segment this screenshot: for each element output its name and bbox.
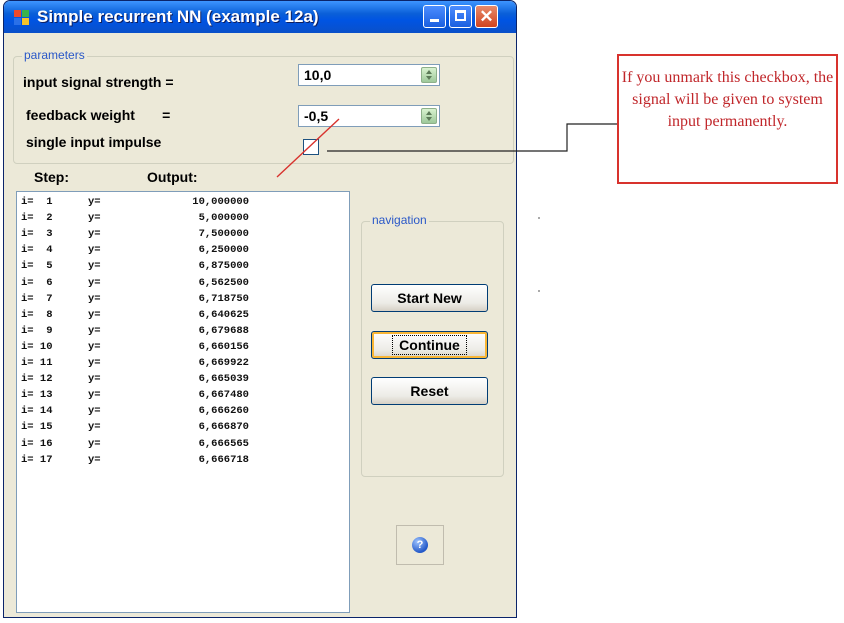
callout-leader-line bbox=[327, 123, 617, 152]
annotation-lines bbox=[276, 118, 617, 178]
stray-dot bbox=[538, 290, 540, 292]
stray-dot bbox=[538, 217, 540, 219]
red-pointer-line bbox=[276, 118, 340, 178]
